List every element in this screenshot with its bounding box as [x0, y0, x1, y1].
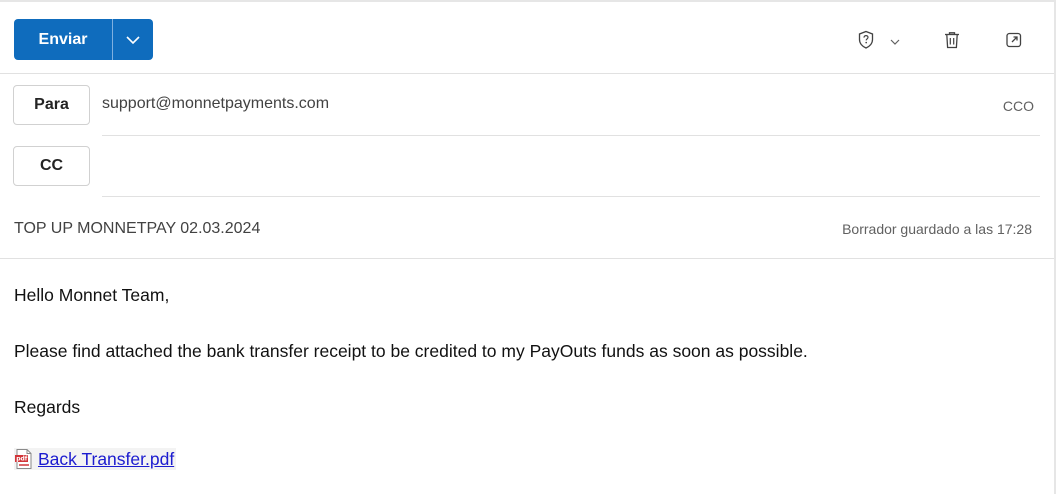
to-button[interactable]: Para — [13, 85, 90, 125]
shield-question-icon — [858, 30, 874, 49]
subject-divider — [0, 258, 1054, 259]
cc-field[interactable] — [102, 150, 1002, 184]
trash-icon — [945, 32, 959, 49]
popout-icon — [1006, 32, 1022, 48]
svg-text:pdf: pdf — [16, 456, 28, 463]
to-recipient[interactable]: support@monnetpayments.com — [102, 95, 329, 113]
popout-button[interactable] — [1005, 28, 1023, 52]
attachment-link[interactable]: Back Transfer.pdf — [38, 449, 174, 470]
to-field-divider — [102, 135, 1040, 136]
chevron-down-icon — [126, 35, 140, 44]
subject-field[interactable]: TOP UP MONNETPAY 02.03.2024 — [14, 220, 260, 238]
body-paragraph[interactable]: Please find attached the bank transfer r… — [14, 341, 808, 362]
cc-field-divider — [102, 196, 1040, 197]
pdf-file-icon: pdf — [15, 449, 32, 469]
delete-button[interactable] — [943, 28, 961, 52]
body-greeting[interactable]: Hello Monnet Team, — [14, 285, 169, 306]
send-button-group: Enviar — [14, 19, 153, 60]
sensitivity-button[interactable] — [857, 28, 901, 52]
chevron-down-icon — [890, 39, 900, 45]
compose-window: Enviar Para support@monnetpayments.com C… — [0, 0, 1056, 494]
compose-toolbar: Enviar — [0, 2, 1054, 74]
cc-button[interactable]: CC — [13, 146, 90, 186]
attachment: pdf Back Transfer.pdf — [14, 448, 177, 470]
send-options-button[interactable] — [113, 19, 153, 60]
body-closing[interactable]: Regards — [14, 397, 80, 418]
draft-saved-status: Borrador guardado a las 17:28 — [842, 221, 1032, 237]
bcc-button[interactable]: CCO — [1003, 98, 1034, 114]
send-button[interactable]: Enviar — [14, 19, 112, 60]
